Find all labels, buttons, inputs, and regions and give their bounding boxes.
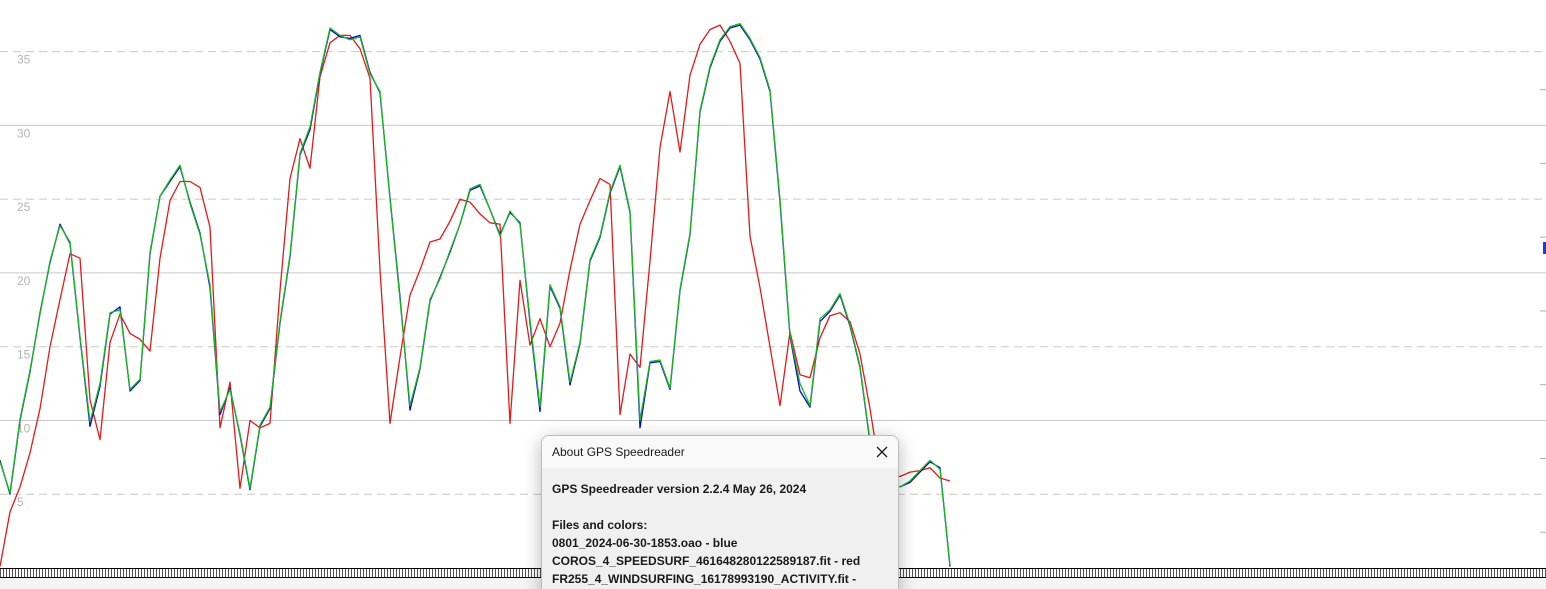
file-item: COROS_4_SPEEDSURF_461648280122589187.fit… (552, 554, 861, 568)
dialog-title: About GPS Speedreader (552, 445, 685, 459)
close-button[interactable] (866, 436, 898, 468)
y-tick-label: 30 (17, 126, 31, 140)
dialog-titlebar[interactable]: About GPS Speedreader (542, 436, 898, 468)
about-dialog: About GPS Speedreader GPS Speedreader ve… (541, 435, 899, 589)
y-tick-label: 35 (17, 53, 31, 67)
y-tick-label: 5 (17, 495, 24, 509)
files-heading: Files and colors: (552, 518, 648, 532)
file-item: FR255_4_WINDSURFING_16178993190_ACTIVITY… (552, 572, 857, 586)
speed-chart-window: 5 10 15 20 25 30 35 About GPS Speedreader GPS … (0, 0, 1546, 589)
y-tick-label: 25 (17, 200, 31, 214)
file-item: 0801_2024-06-30-1853.oao - blue (552, 536, 738, 550)
dialog-body: GPS Speedreader version 2.2.4 May 26, 20… (542, 468, 898, 589)
close-icon (876, 446, 888, 458)
y-tick-label: 20 (17, 274, 31, 288)
y-tick-label: 15 (17, 348, 31, 362)
version-text: GPS Speedreader version 2.2.4 May 26, 20… (552, 482, 807, 496)
